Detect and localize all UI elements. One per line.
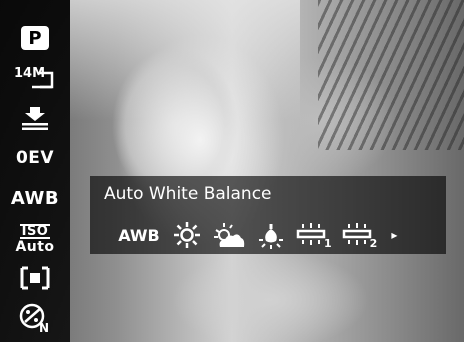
daylight-option[interactable] <box>172 220 202 250</box>
fluorescent-1-subscript: 1 <box>324 236 332 250</box>
sidebar-item-exposure[interactable]: 0EV <box>0 138 70 178</box>
tungsten-option[interactable] <box>256 220 286 250</box>
tungsten-icon <box>259 224 283 249</box>
daylight-icon <box>174 222 200 248</box>
iso-label: ISO <box>19 223 51 239</box>
fluorescent-1-option[interactable]: 1 <box>296 220 332 250</box>
settings-sidebar: P 14M 0EV AWB ISO Auto N <box>0 0 70 342</box>
background-window <box>70 0 300 120</box>
awb-option[interactable]: AWB <box>116 220 162 250</box>
fluorescent-2-icon <box>342 223 371 245</box>
sidebar-item-color-mode[interactable]: N <box>0 298 70 338</box>
exposure-value-label: 0EV <box>15 148 55 168</box>
awb-option-label: AWB <box>118 225 160 245</box>
fluorescent-1-icon <box>296 223 326 245</box>
image-size-icon: 14M <box>14 66 54 89</box>
more-options-arrow-icon[interactable]: ▸ <box>391 228 397 242</box>
cloudy-icon <box>214 223 245 247</box>
white-balance-panel: Auto White Balance AWB 1 2 ▸ <box>90 176 446 254</box>
svg-text:N: N <box>39 321 49 334</box>
sidebar-item-metering[interactable] <box>0 258 70 298</box>
panel-title: Auto White Balance <box>104 184 272 204</box>
sidebar-item-quality[interactable] <box>0 98 70 138</box>
sidebar-item-iso[interactable]: ISO Auto <box>0 218 70 258</box>
sidebar-item-image-size[interactable]: 14M <box>0 58 70 98</box>
color-mode-icon: N <box>19 303 49 334</box>
white-balance-options: AWB 1 2 ▸ <box>116 220 397 250</box>
camera-preview: P 14M 0EV AWB ISO Auto N Auto White Bala… <box>0 0 464 342</box>
fluorescent-2-option[interactable]: 2 <box>342 220 378 250</box>
sidebar-item-white-balance[interactable]: AWB <box>0 178 70 218</box>
metering-icon <box>20 266 50 290</box>
sidebar-item-mode[interactable]: P <box>0 18 70 58</box>
white-balance-label: AWB <box>10 187 60 209</box>
quality-icon <box>22 107 48 130</box>
iso-value-label: Auto <box>15 238 55 255</box>
background-plant <box>318 0 464 150</box>
program-mode-icon: P <box>21 26 49 50</box>
cloudy-option[interactable] <box>212 220 246 250</box>
fluorescent-2-subscript: 2 <box>369 236 378 250</box>
